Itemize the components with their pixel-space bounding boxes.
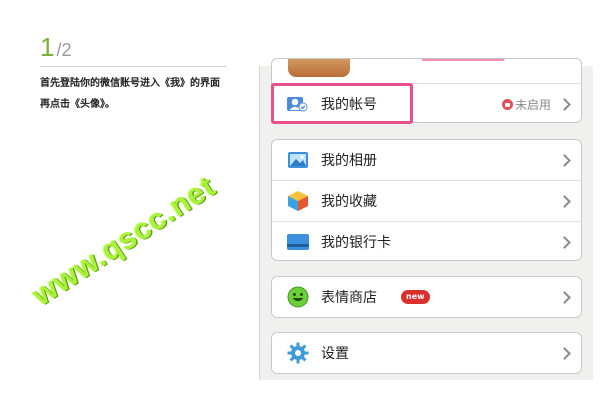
step-total: /2 (56, 40, 72, 60)
chevron-right-icon (558, 346, 571, 360)
album-label: 我的相册 (321, 153, 377, 169)
menu-row-bank-card[interactable]: 我的银行卡 (272, 222, 581, 260)
profile-accent-line (422, 59, 504, 61)
bank-card-label: 我的银行卡 (321, 235, 391, 251)
instruction-text: 首先登陆你的微信账号进入《我》的界面 再点击《头像》。 (40, 73, 230, 115)
chevron-right-icon (558, 194, 571, 208)
phone-screenshot: 我的帐号 未启用 我的相册 我的收藏 我的银行卡 表情商店 new 设置 (259, 58, 593, 380)
bank-card-icon (286, 231, 310, 253)
photo-album-icon (286, 149, 310, 171)
sticker-store-label: 表情商店 (321, 290, 377, 306)
favorites-cube-icon (286, 190, 310, 212)
menu-row-favorites[interactable]: 我的收藏 (272, 181, 581, 221)
account-status-text: 未启用 (514, 97, 551, 112)
menu-row-sticker-store[interactable]: 表情商店 new (272, 277, 581, 317)
sticker-store-card: 表情商店 new (271, 276, 582, 318)
menu-row-settings[interactable]: 设置 (272, 333, 581, 373)
chevron-right-icon (558, 290, 571, 304)
instruction-line-1: 首先登陆你的微信账号进入《我》的界面 (40, 78, 220, 89)
step-current: 1 (40, 32, 55, 62)
menu-row-account[interactable]: 我的帐号 未启用 (272, 84, 581, 122)
settings-card: 设置 (271, 332, 582, 374)
new-badge: new (401, 290, 430, 304)
account-icon (286, 93, 310, 115)
account-status: 未启用 (501, 96, 551, 113)
favorites-label: 我的收藏 (321, 194, 377, 210)
profile-card: 我的帐号 未启用 (271, 58, 582, 123)
menu-row-album[interactable]: 我的相册 (272, 140, 581, 180)
smiley-icon (286, 286, 310, 308)
gear-icon (286, 342, 310, 364)
divider (40, 66, 226, 67)
watermark: www.qscc.net (26, 169, 222, 313)
chevron-right-icon (558, 153, 571, 167)
step-indicator: 1/2 (40, 34, 71, 60)
chevron-right-icon (558, 97, 571, 111)
chevron-right-icon (558, 235, 571, 249)
settings-label: 设置 (321, 346, 349, 362)
instruction-line-2: 再点击《头像》。 (40, 99, 115, 110)
account-label: 我的帐号 (321, 97, 377, 113)
lock-icon (501, 98, 513, 110)
avatar[interactable] (288, 59, 350, 77)
personal-menu-card: 我的相册 我的收藏 我的银行卡 (271, 139, 582, 261)
